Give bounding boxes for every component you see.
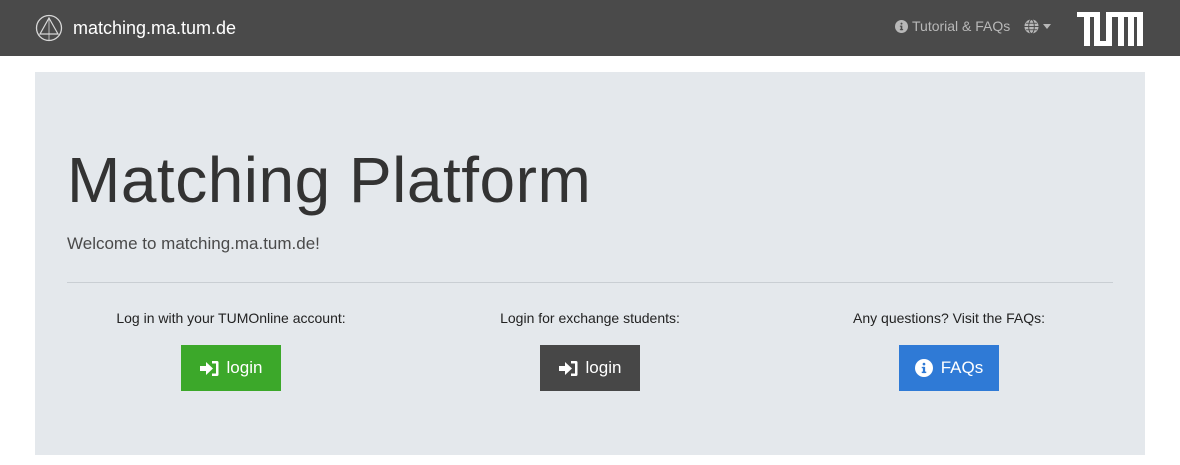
tumonline-login-button[interactable]: login (181, 345, 281, 391)
exchange-login-button-label: login (585, 358, 622, 377)
chevron-down-icon (1043, 24, 1051, 29)
info-circle-icon (895, 19, 908, 33)
tumonline-login-section: Log in with your TUMOnline account: logi… (71, 308, 391, 391)
matching-logo-icon (35, 14, 63, 42)
language-dropdown-toggle[interactable] (1024, 19, 1051, 34)
faqs-label: Any questions? Visit the FAQs: (853, 310, 1045, 326)
brand-text: matching.ma.tum.de (73, 18, 237, 38)
tumonline-login-label: Log in with your TUMOnline account: (116, 310, 346, 326)
faqs-section: Any questions? Visit the FAQs: FAQs (789, 308, 1109, 391)
sign-in-icon (558, 360, 578, 376)
sign-in-icon (199, 360, 219, 376)
exchange-login-button[interactable]: login (540, 345, 640, 391)
tum-logo[interactable] (1077, 12, 1143, 46)
welcome-text: Welcome to matching.ma.tum.de! (67, 234, 320, 253)
brand-link[interactable]: matching.ma.tum.de (35, 13, 236, 43)
globe-icon (1024, 19, 1039, 34)
faqs-button-label: FAQs (940, 358, 984, 377)
exchange-login-label: Login for exchange students: (500, 310, 680, 326)
welcome-jumbotron: Matching Platform Welcome to matching.ma… (35, 72, 1145, 455)
tutorial-faqs-link[interactable]: Tutorial & FAQs (895, 18, 1010, 34)
page-title: Matching Platform (67, 144, 592, 216)
exchange-login-section: Login for exchange students: login (430, 308, 750, 391)
info-circle-icon (914, 359, 933, 377)
tumonline-login-button-label: login (226, 358, 263, 377)
tutorial-faqs-label: Tutorial & FAQs (912, 18, 1011, 34)
top-navbar: matching.ma.tum.de Tutorial & FAQs (0, 0, 1180, 56)
faqs-button[interactable]: FAQs (899, 345, 999, 391)
divider (67, 282, 1113, 283)
